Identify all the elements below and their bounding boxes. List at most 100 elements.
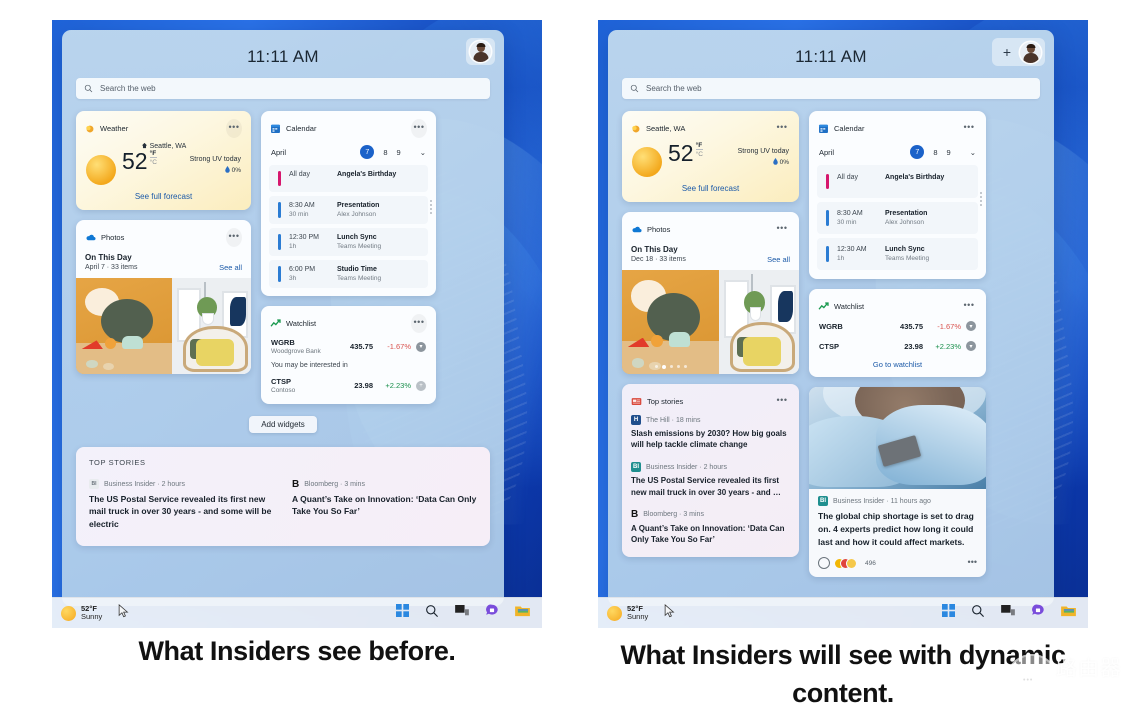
task-view-icon[interactable] <box>455 604 469 622</box>
search-icon[interactable] <box>971 604 985 623</box>
watchlist-row[interactable]: WGRB 435.75 -1.67% ▾ <box>809 316 986 336</box>
trend-up-icon: ▾ <box>966 341 976 351</box>
add-reaction-icon[interactable] <box>818 557 830 570</box>
calendar-day-right[interactable]: 9 <box>947 148 951 157</box>
reaction-icons[interactable] <box>835 558 856 568</box>
search-icon[interactable] <box>425 604 439 623</box>
story-item[interactable]: H The Hill · 18 mins Slash emissions by … <box>622 411 799 458</box>
teams-chat-icon[interactable] <box>485 604 499 622</box>
weather-more-button-right[interactable]: ••• <box>774 119 790 138</box>
avatar[interactable] <box>470 41 491 62</box>
weather-forecast-link-left[interactable]: See full forecast <box>76 185 251 210</box>
start-button[interactable] <box>942 604 955 622</box>
photo-thumbnail[interactable] <box>622 270 720 374</box>
file-explorer-icon[interactable] <box>515 604 530 622</box>
mouse-cursor <box>118 603 129 623</box>
weather-widget-right[interactable]: Seattle, WA ••• 52 °F °C Strong UV today… <box>622 111 799 202</box>
weather-more-button-left[interactable]: ••• <box>226 119 242 138</box>
weather-precip-right: 0% <box>738 158 789 166</box>
watchlist-row[interactable]: CTSP Contoso 23.98 +2.23% + <box>261 372 436 404</box>
calendar-event-row[interactable]: 12:30 AM 1h Lunch Sync Teams Meeting <box>817 238 978 270</box>
story-item[interactable]: B Bloomberg · 3 mins A Quant’s Take on I… <box>622 506 799 557</box>
watermark: 路由器 luyouqi.com <box>1000 638 1126 714</box>
calendar-event-row[interactable]: All day Angela's Birthday <box>269 165 428 192</box>
calendar-event-row[interactable]: 8:30 AM 30 min Presentation Alex Johnson <box>269 196 428 224</box>
calendar-widget-left[interactable]: Calendar ••• April 7 8 9 ⌄ All day Angel… <box>261 111 436 296</box>
search-placeholder-left: Search the web <box>100 84 156 93</box>
watchlist-link-right[interactable]: Go to watchlist <box>809 356 986 377</box>
watchlist-row[interactable]: WGRB Woodgrove Bank 435.75 -1.67% ▾ <box>261 333 436 360</box>
calendar-day-selected-right[interactable]: 7 <box>910 145 925 159</box>
story-item[interactable]: B Bloomberg · 3 mins A Quant’s Take on I… <box>292 479 477 530</box>
calendar-month-right: April <box>819 147 835 157</box>
calendar-event-row[interactable]: 6:00 PM 3h Studio Time Teams Meeting <box>269 260 428 288</box>
story-item[interactable]: BI Business Insider · 2 hours The US Pos… <box>89 479 274 530</box>
calendar-event-row[interactable]: 8:30 AM 30 min Presentation Alex Johnson <box>817 202 978 234</box>
calendar-event-row[interactable]: All day Angela's Birthday <box>817 165 978 198</box>
calendar-more-button-right[interactable]: ••• <box>961 119 977 138</box>
watchlist-more-button-right[interactable]: ••• <box>961 297 977 316</box>
calendar-event-row[interactable]: 12:30 PM 1h Lunch Sync Teams Meeting <box>269 228 428 256</box>
onedrive-cloud-icon <box>632 226 642 233</box>
photos-widget-right[interactable]: Photos ••• On This Day Dec 18 · 33 items… <box>622 212 799 374</box>
widgets-board-right: 11:11 AM + Search the web Seattle, WA ••… <box>608 30 1054 606</box>
watchlist-row[interactable]: CTSP 23.98 +2.23% ▾ <box>809 336 986 356</box>
photos-see-all-left[interactable]: See all <box>219 263 242 272</box>
add-to-watchlist-icon[interactable]: + <box>416 380 426 391</box>
photos-strip-left[interactable] <box>76 278 251 374</box>
add-widgets-button[interactable]: Add widgets <box>249 416 317 433</box>
calendar-day-left[interactable]: 9 <box>397 148 401 157</box>
teams-chat-icon[interactable] <box>1031 604 1045 622</box>
story-headline[interactable]: The US Postal Service revealed its first… <box>631 475 790 497</box>
add-widget-button[interactable]: + <box>996 41 1018 63</box>
top-stories-panel-left: TOP STORIES BI Business Insider · 2 hour… <box>76 447 490 546</box>
watchlist-widget-right[interactable]: Watchlist ••• WGRB 435.75 -1.67% ▾ CTSP … <box>809 289 986 377</box>
search-input-right[interactable]: Search the web <box>622 78 1040 99</box>
weather-forecast-link-right[interactable]: See full forecast <box>622 177 799 202</box>
board-account-area-right: + <box>992 38 1045 66</box>
calendar-icon <box>819 124 828 133</box>
story-headline[interactable]: A Quant’s Take on Innovation: ‘Data Can … <box>292 493 477 518</box>
chevron-down-icon[interactable]: ⌄ <box>970 148 976 157</box>
photos-see-all-right[interactable]: See all <box>767 255 790 264</box>
photos-carousel-right[interactable] <box>622 270 799 374</box>
calendar-day-right[interactable]: 8 <box>933 148 937 157</box>
story-headline[interactable]: A Quant’s Take on Innovation: ‘Data Can … <box>631 523 790 545</box>
search-input-left[interactable]: Search the web <box>76 78 490 99</box>
calendar-scroll-grip[interactable] <box>430 199 432 214</box>
start-button[interactable] <box>396 604 409 622</box>
news-headline[interactable]: The global chip shortage is set to drag … <box>818 510 977 548</box>
reaction-count: 496 <box>865 559 876 567</box>
photo-thumbnail[interactable] <box>719 270 799 374</box>
story-headline[interactable]: Slash emissions by 2030? How big goals w… <box>631 428 790 450</box>
watchlist-widget-left[interactable]: Watchlist ••• WGRB Woodgrove Bank 435.75… <box>261 306 436 404</box>
taskbar-weather-widget[interactable]: 52°F Sunny <box>61 605 102 621</box>
photos-widget-left[interactable]: Photos ••• On This Day April 7 · 33 item… <box>76 220 251 374</box>
file-explorer-icon[interactable] <box>1061 604 1076 622</box>
photo-thumbnail[interactable] <box>172 278 251 374</box>
weather-widget-left[interactable]: Weather ••• Seattle, WA 52 °F °C Strong … <box>76 111 251 210</box>
story-item[interactable]: BI Business Insider · 2 hours The US Pos… <box>622 458 799 505</box>
top-stories-widget-right[interactable]: Top stories ••• H The Hill · 18 mins Sla… <box>622 384 799 558</box>
top-stories-more-button-right[interactable]: ••• <box>774 392 790 411</box>
news-card-right[interactable]: BI Business Insider · 11 hours ago The g… <box>809 387 986 578</box>
calendar-day-selected-left[interactable]: 7 <box>360 145 375 159</box>
calendar-widget-right[interactable]: Calendar ••• April 7 8 9 ⌄ All day Angel… <box>809 111 986 279</box>
calendar-scroll-grip[interactable] <box>980 191 982 206</box>
photo-thumbnail[interactable] <box>76 278 173 374</box>
calendar-day-left[interactable]: 8 <box>383 148 387 157</box>
task-view-icon[interactable] <box>1001 604 1015 622</box>
avatar[interactable] <box>1020 41 1041 63</box>
taskbar-weather-widget[interactable]: 52°F Sunny <box>607 605 648 621</box>
carousel-dots[interactable] <box>622 365 719 369</box>
business-insider-icon: BI <box>818 496 828 506</box>
chevron-down-icon[interactable]: ⌄ <box>420 148 426 157</box>
watchlist-more-button-left[interactable]: ••• <box>411 314 427 333</box>
screenshot-before: 11:11 AM Search the web Weather ••• Seat… <box>52 20 542 628</box>
story-headline[interactable]: The US Postal Service revealed its first… <box>89 493 274 530</box>
calendar-more-button-left[interactable]: ••• <box>411 119 427 138</box>
photos-more-button-right[interactable]: ••• <box>774 220 790 239</box>
news-more-button[interactable]: ••• <box>968 557 977 566</box>
the-hill-icon: H <box>631 415 641 425</box>
photos-more-button-left[interactable]: ••• <box>226 228 242 247</box>
